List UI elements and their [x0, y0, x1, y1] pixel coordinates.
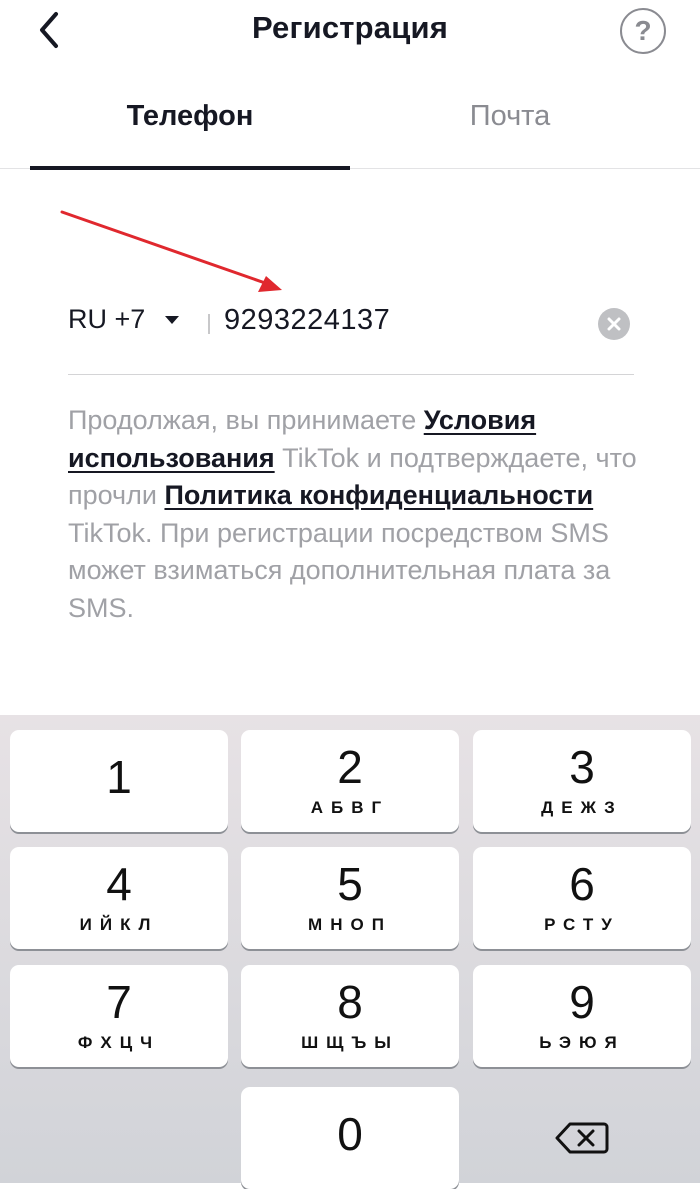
key-letters: АБВГ	[310, 798, 390, 817]
key-3[interactable]: 3 ДЕЖЗ	[473, 730, 691, 832]
key-digit: 5	[337, 858, 363, 910]
phone-field: RU +7	[68, 296, 634, 375]
key-1[interactable]: 1	[10, 730, 228, 832]
tab-email[interactable]: Почта	[350, 100, 670, 133]
key-digit: 1	[106, 751, 132, 803]
close-icon	[607, 317, 621, 331]
terms-text: Продолжая, вы принимаете Условия использ…	[68, 402, 648, 627]
key-9[interactable]: 9 ЬЭЮЯ	[473, 965, 691, 1067]
key-0[interactable]: 0	[241, 1087, 459, 1189]
tab-bar: Телефон Почта	[0, 90, 700, 170]
key-digit: 2	[337, 741, 363, 793]
key-letters: ШЩЪЫ	[301, 1033, 399, 1052]
key-7[interactable]: 7 ФХЦЧ	[10, 965, 228, 1067]
numeric-keypad: 1 2 АБВГ 3 ДЕЖЗ 4 ИЙКЛ 5 МНОП 6 РСТУ 7 Ф…	[0, 715, 700, 1189]
backspace-icon	[555, 1122, 609, 1154]
key-letters: ИЙКЛ	[79, 915, 159, 934]
key-letters: ДЕЖЗ	[541, 798, 623, 817]
key-digit: 6	[569, 858, 595, 910]
tab-phone[interactable]: Телефон	[30, 100, 350, 133]
key-digit: 0	[337, 1108, 363, 1160]
key-letters: МНОП	[308, 915, 392, 934]
key-8[interactable]: 8 ШЩЪЫ	[241, 965, 459, 1067]
key-digit: 9	[569, 976, 595, 1028]
key-6[interactable]: 6 РСТУ	[473, 847, 691, 949]
active-tab-indicator	[30, 166, 350, 170]
key-letters: РСТУ	[544, 915, 620, 934]
terms-part-3: TikTok. При регистрации посредством SMS …	[68, 517, 611, 623]
country-code: RU +7	[68, 304, 146, 334]
phone-number-input[interactable]	[224, 300, 574, 340]
key-letters: ЬЭЮЯ	[539, 1033, 625, 1052]
key-digit: 7	[106, 976, 132, 1028]
backspace-button[interactable]	[473, 1087, 691, 1189]
header: Регистрация ?	[0, 0, 700, 62]
page-title: Регистрация	[251, 10, 449, 45]
clear-button[interactable]	[598, 308, 630, 340]
key-2[interactable]: 2 АБВГ	[241, 730, 459, 832]
country-code-selector[interactable]: RU +7	[68, 304, 180, 335]
key-digit: 3	[569, 741, 595, 793]
divider	[208, 314, 210, 334]
key-digit: 8	[337, 976, 363, 1028]
key-5[interactable]: 5 МНОП	[241, 847, 459, 949]
help-button[interactable]: ?	[620, 8, 666, 54]
caret-down-icon	[165, 315, 180, 324]
privacy-policy-link[interactable]: Политика конфиденциальности	[164, 480, 593, 510]
key-digit: 4	[106, 858, 132, 910]
question-icon: ?	[634, 15, 652, 46]
key-4[interactable]: 4 ИЙКЛ	[10, 847, 228, 949]
terms-part-1: Продолжая, вы принимаете	[68, 405, 424, 435]
key-letters: ФХЦЧ	[77, 1033, 161, 1052]
